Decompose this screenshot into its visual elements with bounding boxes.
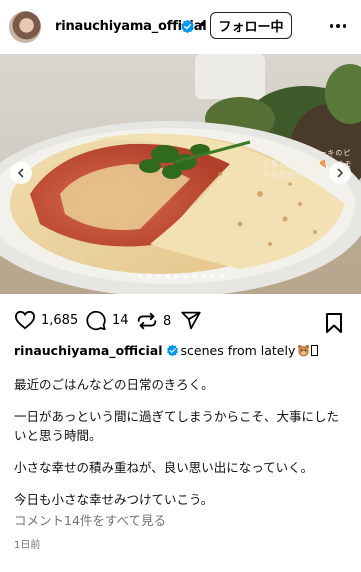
send-paper-plane-icon [181,311,201,330]
caption-line-1: 最近のごはんなどの日常のきろく。 [14,377,214,392]
bookmark-icon [326,313,342,333]
repost-icon [137,312,157,330]
view-all-comments-link[interactable]: コメント14件をすべて見る [14,510,166,529]
action-bar: 1,685 14 8 [0,304,361,338]
carousel-dot [164,274,170,279]
share-button[interactable] [180,310,202,331]
comment-bubble-icon [86,310,106,331]
carousel-dot [209,274,215,279]
comment-button[interactable]: 14 [85,310,129,331]
post-timestamp: 1日前 [14,540,41,551]
caption-line-4: 今日も小さな幸せみつけていこう。 [14,492,214,507]
following-button[interactable]: フォロー中 [210,12,292,39]
repost-count[interactable]: 8 [163,314,171,329]
post-header: rinauchiyama_official • フォロー中 [0,0,361,54]
previous-slide-button[interactable] [10,162,32,184]
save-button[interactable] [324,312,344,338]
heart-icon [14,310,36,330]
carousel-dot [182,274,188,279]
verified-badge-icon [181,19,194,34]
like-button[interactable]: 1,685 [14,310,78,330]
carousel-dot [191,274,197,279]
unsupported-glyph [311,345,319,356]
carousel-dot [155,274,161,279]
chevron-left-icon [17,168,24,178]
like-count[interactable]: 1,685 [41,313,78,328]
carousel-indicator [0,274,361,279]
repost-button[interactable]: 8 [136,310,171,332]
caption-username[interactable]: rinauchiyama_official [14,343,163,358]
carousel-dot [200,274,206,279]
carousel-dot [137,274,143,279]
caption-header: rinauchiyama_official scenes from lately [14,343,319,358]
next-slide-button[interactable] [329,162,351,184]
separator-dot: • [199,18,208,33]
more-options-icon[interactable] [325,18,351,34]
caption-line-2: 一日があっという間に過ぎてしまうからこそ、大事にしたいと思う時間。 [14,409,340,443]
avatar[interactable] [9,11,41,43]
comment-count[interactable]: 14 [112,313,129,328]
post-image[interactable]: オランダパンケーキのピザ風バージョン🍕モチモチの生地が堪らない！ [0,54,361,294]
carousel-dot [173,274,179,279]
verified-badge-icon [166,344,178,357]
chevron-right-icon [337,168,344,178]
caption-line-3: 小さな幸せの積み重ねが、良い思い出になっていく。 [14,460,314,475]
bear-emoji-icon [298,344,310,357]
carousel-dot [218,274,224,279]
carousel-dot [146,274,152,279]
caption-title: scenes from lately [180,343,296,358]
